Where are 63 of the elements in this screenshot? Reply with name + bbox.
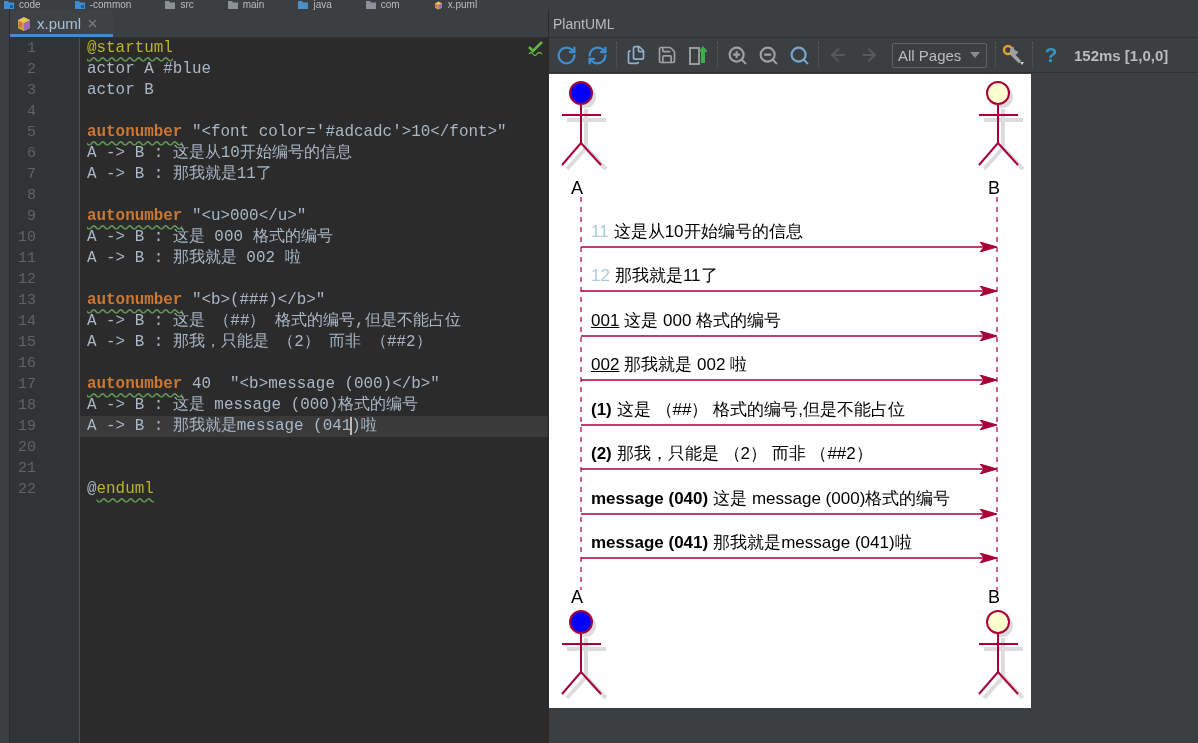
zoom-out-icon: [757, 44, 779, 66]
message-number: 001: [591, 310, 620, 331]
message-text: 那我就是message (041)啦: [713, 532, 912, 553]
code-line: autonumber "<font color='#adcadc'>10</font>": [87, 122, 507, 143]
circular-arrows-icon: [586, 44, 608, 66]
breadcrumb-item[interactable]: com: [365, 0, 400, 10]
zoom-in-icon: [726, 44, 748, 66]
forward-arrow-icon: [859, 45, 879, 65]
render-time-text: 152ms [1,0,0]: [1074, 46, 1169, 64]
message-text: 这是从10开始编号的信息: [613, 222, 803, 242]
cube-icon: [433, 0, 443, 10]
message-number: 12: [591, 266, 610, 287]
panel-title: PlantUML: [553, 15, 615, 32]
code-line: A -> B : 这是 000 格式的编号: [87, 227, 333, 248]
code-line: autonumber "<u>000</u>": [87, 206, 307, 227]
magnifier-icon: [788, 44, 810, 66]
code-line: A -> B : 那我，只能是 （2） 而非 （##2）: [87, 332, 432, 353]
participant-label: A: [570, 178, 584, 199]
message-text: 这是 （##） 格式的编号,但是不能占位: [616, 399, 905, 420]
message-text: 那我，只能是 （2） 而非 （##2）: [616, 444, 873, 465]
page-select[interactable]: All Pages: [892, 42, 987, 68]
code-line: actor A #blue: [87, 59, 211, 80]
folder-icon: [4, 1, 14, 9]
code-line: A -> B : 这是从10开始编号的信息: [87, 143, 352, 164]
message-number: 002: [591, 355, 620, 376]
caret-icon: [970, 52, 980, 58]
back-arrow-icon: [828, 45, 848, 65]
folder-icon: [74, 1, 85, 9]
code-line: A -> B : 这是 message (000)格式的编号: [87, 395, 419, 416]
code-line: @enduml: [87, 479, 154, 500]
breadcrumb-item[interactable]: main: [227, 0, 265, 10]
message-text: 那我就是 002 啦: [624, 355, 748, 376]
breadcrumb-item[interactable]: code: [4, 0, 41, 10]
code-line: A -> B : 这是 （##） 格式的编号,但是不能占位: [87, 311, 461, 332]
refresh-icon: [555, 44, 577, 66]
participant-label: B: [987, 587, 1001, 608]
help-button[interactable]: ?: [1037, 41, 1065, 69]
breadcrumb-item[interactable]: java: [298, 0, 332, 10]
message-number: (2): [591, 444, 612, 465]
message-number: 11: [591, 222, 609, 242]
code-line: @startuml: [87, 38, 173, 59]
breadcrumb-item[interactable]: -common: [74, 0, 132, 10]
code-line: autonumber 40 "<b>message (000)</b>": [87, 374, 440, 395]
message-text: 这是 message (000)格式的编号: [713, 488, 951, 509]
wrench-gear-icon: [1002, 44, 1026, 66]
message-text: 这是 000 格式的编号: [624, 310, 782, 331]
participant-label: A: [570, 587, 584, 608]
message-number: message (040): [591, 488, 709, 509]
code-line: A -> B : 那我就是message (041)啦: [87, 416, 377, 437]
participant-label: B: [987, 178, 1001, 199]
cube-icon: [16, 15, 32, 32]
message-number: (1): [591, 399, 612, 420]
check-icon: [528, 41, 543, 56]
message-text: 那我就是11了: [614, 266, 718, 287]
files-icon: [626, 45, 646, 65]
code-line: autonumber "<b>(###)</b>": [87, 290, 326, 311]
code-line: actor B: [87, 80, 154, 101]
breadcrumb-item[interactable]: x.puml: [433, 0, 478, 10]
message-number: message (041): [591, 532, 709, 553]
code-line: A -> B : 那我就是 002 啦: [87, 248, 301, 269]
code-line: A -> B : 那我就是11了: [87, 164, 272, 185]
file-upload-icon: [689, 45, 707, 65]
breadcrumb-item[interactable]: src: [165, 0, 194, 10]
